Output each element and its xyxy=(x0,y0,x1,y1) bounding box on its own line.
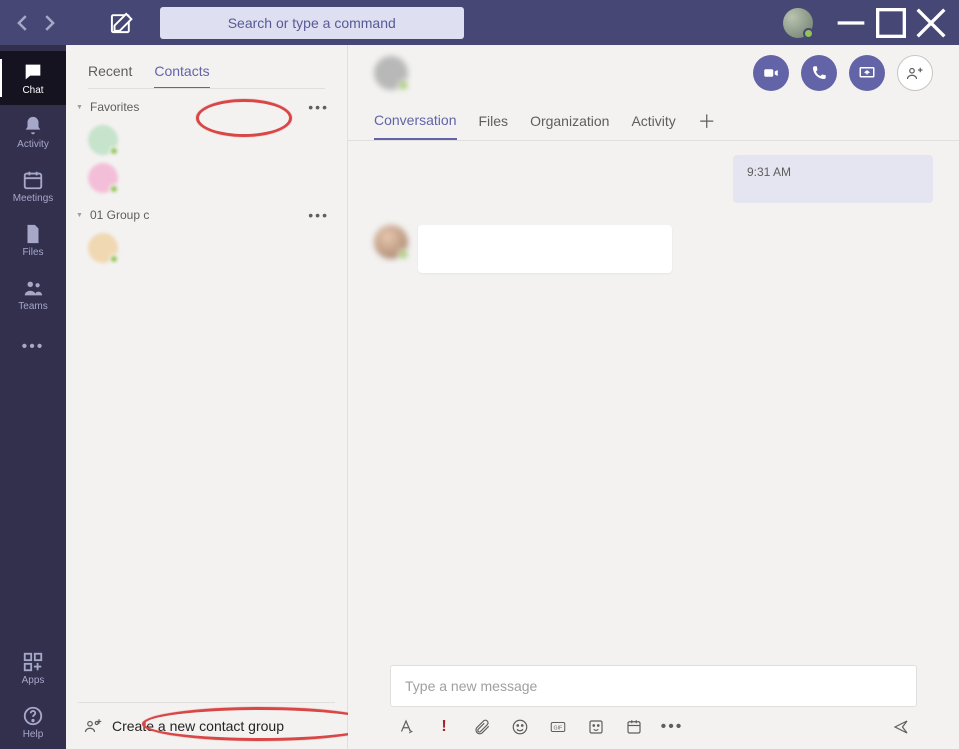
people-add-icon xyxy=(84,717,102,735)
attach-button[interactable] xyxy=(472,717,492,737)
message-timestamp: 9:31 AM xyxy=(747,165,791,179)
chat-list-panel: Recent Contacts ▼ Favorites ••• ▼ 01 Gro… xyxy=(66,45,348,749)
title-bar: Search or type a command xyxy=(0,0,959,45)
presence-available-icon xyxy=(803,28,814,39)
rail-help-label: Help xyxy=(23,729,44,740)
group-01-header[interactable]: ▼ 01 Group c ••• xyxy=(66,197,347,229)
tab-recent[interactable]: Recent xyxy=(88,63,132,89)
tab-files[interactable]: Files xyxy=(479,101,509,140)
current-user-avatar[interactable] xyxy=(783,8,813,38)
tab-conversation[interactable]: Conversation xyxy=(374,101,457,140)
screen-share-button[interactable] xyxy=(849,55,885,91)
message-list: 9:31 AM xyxy=(348,141,959,665)
tab-activity[interactable]: Activity xyxy=(631,101,675,140)
group-favorites-header[interactable]: ▼ Favorites ••• xyxy=(66,89,347,121)
chevron-down-icon: ▼ xyxy=(76,104,86,111)
group-01-label: 01 Group c xyxy=(90,208,149,222)
sent-message[interactable]: 9:31 AM xyxy=(374,155,933,203)
tab-organization[interactable]: Organization xyxy=(530,101,609,140)
search-input[interactable]: Search or type a command xyxy=(160,7,464,39)
contact-avatar xyxy=(88,233,118,263)
window-close-button[interactable] xyxy=(911,7,951,39)
svg-text:GIF: GIF xyxy=(554,725,563,731)
contact-item[interactable] xyxy=(66,121,347,159)
rail-files-label: Files xyxy=(22,247,43,258)
nav-back-button[interactable] xyxy=(12,12,34,34)
chat-content: Conversation Files Organization Activity… xyxy=(348,45,959,749)
rail-apps-label: Apps xyxy=(22,675,45,686)
compose-toolbar: ! GIF ••• xyxy=(390,707,917,737)
tabs-underline xyxy=(88,88,325,89)
contact-avatar xyxy=(88,125,118,155)
chat-content-tabs: Conversation Files Organization Activity… xyxy=(348,101,959,141)
group-favorites-more-button[interactable]: ••• xyxy=(308,99,329,115)
rail-chat[interactable]: Chat xyxy=(0,51,66,105)
add-people-button[interactable] xyxy=(897,55,933,91)
create-contact-group-label: Create a new contact group xyxy=(112,718,284,734)
presence-available-icon xyxy=(398,80,409,91)
sender-avatar xyxy=(374,225,408,259)
chevron-down-icon: ▼ xyxy=(76,212,86,219)
search-placeholder: Search or type a command xyxy=(228,15,396,31)
rail-help[interactable]: Help xyxy=(0,695,66,749)
presence-available-icon xyxy=(109,254,119,264)
video-call-button[interactable] xyxy=(753,55,789,91)
chat-header xyxy=(348,45,959,101)
message-input[interactable] xyxy=(390,665,917,707)
chat-panel-tabs: Recent Contacts xyxy=(66,45,347,89)
compose-area: ! GIF ••• xyxy=(348,665,959,749)
rail-chat-label: Chat xyxy=(22,85,43,96)
rail-activity[interactable]: Activity xyxy=(0,105,66,159)
rail-apps[interactable]: Apps xyxy=(0,641,66,695)
format-button[interactable] xyxy=(396,717,416,737)
send-button[interactable] xyxy=(891,717,911,737)
presence-available-icon xyxy=(109,184,119,194)
message-bubble: 9:31 AM xyxy=(733,155,933,203)
contact-avatar xyxy=(88,163,118,193)
new-chat-button[interactable] xyxy=(108,10,134,36)
contact-item[interactable] xyxy=(66,229,347,267)
create-contact-group-button[interactable]: Create a new contact group xyxy=(78,702,335,749)
nav-forward-button[interactable] xyxy=(38,12,60,34)
rail-files[interactable]: Files xyxy=(0,213,66,267)
window-minimize-button[interactable] xyxy=(831,7,871,39)
priority-button[interactable]: ! xyxy=(434,717,454,737)
gif-button[interactable]: GIF xyxy=(548,717,568,737)
more-options-button[interactable]: ••• xyxy=(662,717,682,737)
app-rail: Chat Activity Meetings Files Teams ••• A… xyxy=(0,45,66,749)
emoji-button[interactable] xyxy=(510,717,530,737)
message-bubble xyxy=(418,225,672,273)
received-message[interactable] xyxy=(374,225,933,273)
group-01-more-button[interactable]: ••• xyxy=(308,207,329,223)
schedule-meeting-button[interactable] xyxy=(624,717,644,737)
window-maximize-button[interactable] xyxy=(871,7,911,39)
group-favorites-label: Favorites xyxy=(90,100,139,114)
add-tab-button[interactable]: ＋ xyxy=(698,108,716,134)
rail-teams[interactable]: Teams xyxy=(0,267,66,321)
rail-activity-label: Activity xyxy=(17,139,49,150)
rail-more-button[interactable]: ••• xyxy=(0,325,66,369)
audio-call-button[interactable] xyxy=(801,55,837,91)
peer-avatar[interactable] xyxy=(374,56,408,90)
presence-available-icon xyxy=(398,249,409,260)
presence-available-icon xyxy=(109,146,119,156)
tab-contacts[interactable]: Contacts xyxy=(154,63,209,89)
sticker-button[interactable] xyxy=(586,717,606,737)
rail-meetings-label: Meetings xyxy=(13,193,54,204)
rail-meetings[interactable]: Meetings xyxy=(0,159,66,213)
contact-item[interactable] xyxy=(66,159,347,197)
rail-teams-label: Teams xyxy=(18,301,47,312)
